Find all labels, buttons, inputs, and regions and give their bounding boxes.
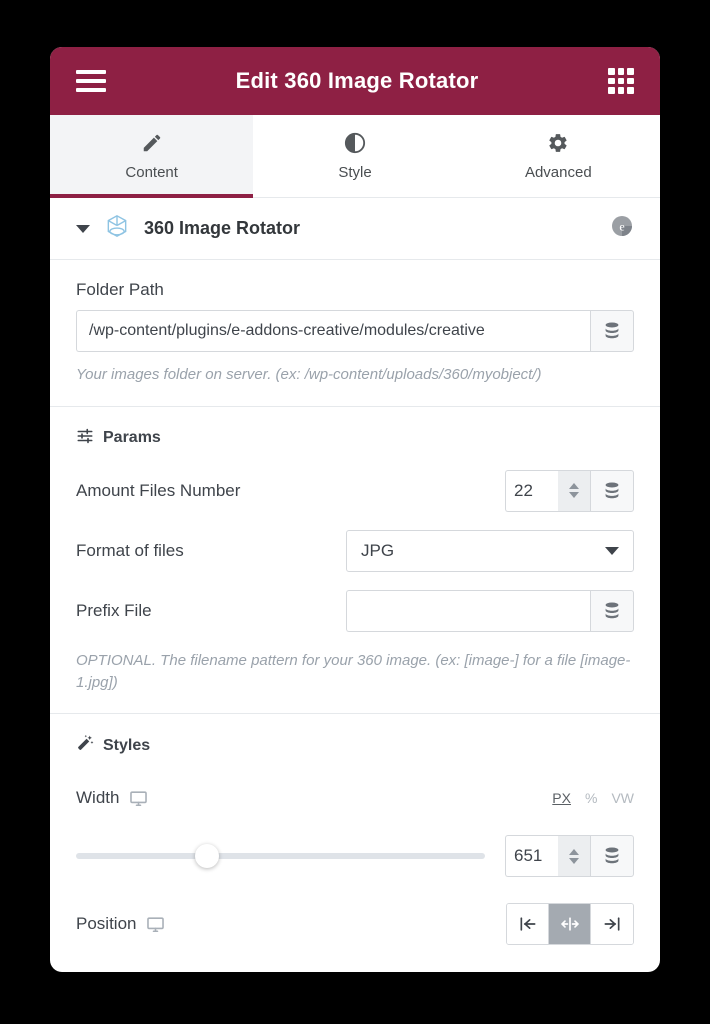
width-stepper xyxy=(505,835,590,878)
page-title: Edit 360 Image Rotator xyxy=(235,68,479,93)
amount-files-control xyxy=(505,469,634,512)
section-folder-path: Folder Path Your images folder on server… xyxy=(50,260,660,407)
database-icon[interactable] xyxy=(590,469,634,512)
align-center-icon[interactable] xyxy=(549,904,591,945)
panel-tabs: Content Style Advanced xyxy=(50,115,660,198)
position-align-group xyxy=(506,903,634,946)
tab-content[interactable]: Content xyxy=(50,115,254,198)
widget-title: 360 Image Rotator xyxy=(144,218,301,238)
caret-down-icon xyxy=(605,546,619,555)
width-label: Width xyxy=(76,788,120,808)
align-left-icon[interactable] xyxy=(507,904,549,945)
unit-px[interactable]: PX xyxy=(552,790,571,806)
pencil-icon xyxy=(141,132,163,154)
database-icon[interactable] xyxy=(590,589,634,632)
folder-path-input[interactable] xyxy=(76,310,590,352)
position-label-group: Position xyxy=(76,914,165,934)
panel-body: Folder Path Your images folder on server… xyxy=(50,260,660,972)
section-params: Params Amount Files Number 22 Format of … xyxy=(50,407,660,715)
folder-path-label: Folder Path xyxy=(76,280,164,299)
format-of-files-select[interactable]: JPG xyxy=(346,529,634,572)
caret-down-icon[interactable] xyxy=(76,224,90,233)
gear-icon xyxy=(547,132,569,154)
e-addons-logo-icon[interactable]: e xyxy=(610,214,634,243)
prefix-file-hint: OPTIONAL. The filename pattern for your … xyxy=(76,651,631,691)
database-icon[interactable] xyxy=(590,835,634,878)
hamburger-menu-icon[interactable] xyxy=(76,70,106,92)
prefix-file-input-group xyxy=(346,589,634,632)
params-heading: Params xyxy=(76,427,634,450)
folder-path-hint: Your images folder on server. (ex: /wp-c… xyxy=(76,366,542,383)
tab-content-label: Content xyxy=(125,163,178,181)
tab-advanced[interactable]: Advanced xyxy=(457,115,660,197)
widget-header[interactable]: 360 Image Rotator e xyxy=(50,198,660,260)
grid-apps-icon[interactable] xyxy=(608,68,634,94)
unit-vw[interactable]: VW xyxy=(611,790,634,806)
panel-titlebar: Edit 360 Image Rotator xyxy=(50,47,660,115)
params-heading-label: Params xyxy=(103,429,161,447)
desktop-monitor-icon[interactable] xyxy=(129,789,148,808)
prefix-file-input[interactable] xyxy=(346,589,590,632)
tab-advanced-label: Advanced xyxy=(524,163,592,181)
cube-3d-icon xyxy=(104,213,130,244)
folder-path-input-group xyxy=(76,310,634,352)
prefix-file-label: Prefix File xyxy=(76,600,152,620)
width-value-control xyxy=(505,835,634,878)
svg-text:e: e xyxy=(619,219,624,233)
tab-style-label: Style xyxy=(338,163,372,181)
width-slider-handle[interactable] xyxy=(194,844,219,869)
format-of-files-value: JPG xyxy=(361,540,395,560)
tab-style[interactable]: Style xyxy=(253,115,456,197)
width-unit-switcher: PX % VW xyxy=(552,790,634,806)
stepper-arrows[interactable] xyxy=(558,836,590,877)
amount-files-stepper xyxy=(505,469,590,512)
database-icon[interactable] xyxy=(590,310,634,352)
width-label-group: Width xyxy=(76,788,148,808)
desktop-monitor-icon[interactable] xyxy=(146,915,165,934)
styles-heading: Styles xyxy=(76,734,634,757)
magic-wand-icon xyxy=(76,734,94,757)
amount-files-label: Amount Files Number xyxy=(76,480,241,500)
contrast-icon xyxy=(344,132,366,154)
section-styles: Styles Width PX % VW 651 Position xyxy=(50,714,660,965)
styles-heading-label: Styles xyxy=(103,736,151,754)
row-width-header: Width PX % VW xyxy=(76,777,634,819)
position-label: Position xyxy=(76,914,137,934)
width-input[interactable] xyxy=(506,846,558,867)
amount-files-input[interactable] xyxy=(506,480,558,501)
unit-percent[interactable]: % xyxy=(585,790,597,806)
format-of-files-label: Format of files xyxy=(76,540,184,560)
row-amount-files: Amount Files Number xyxy=(76,469,634,512)
row-position: Position xyxy=(76,903,634,946)
widget-edit-panel: Edit 360 Image Rotator Content Style Adv… xyxy=(50,47,660,972)
row-format-of-files: Format of files JPG xyxy=(76,529,634,572)
width-slider-row xyxy=(76,835,634,878)
align-right-icon[interactable] xyxy=(591,904,633,945)
row-prefix-file: Prefix File xyxy=(76,589,634,632)
sliders-icon xyxy=(76,427,94,450)
stepper-arrows[interactable] xyxy=(558,470,590,511)
width-slider[interactable] xyxy=(76,844,485,869)
